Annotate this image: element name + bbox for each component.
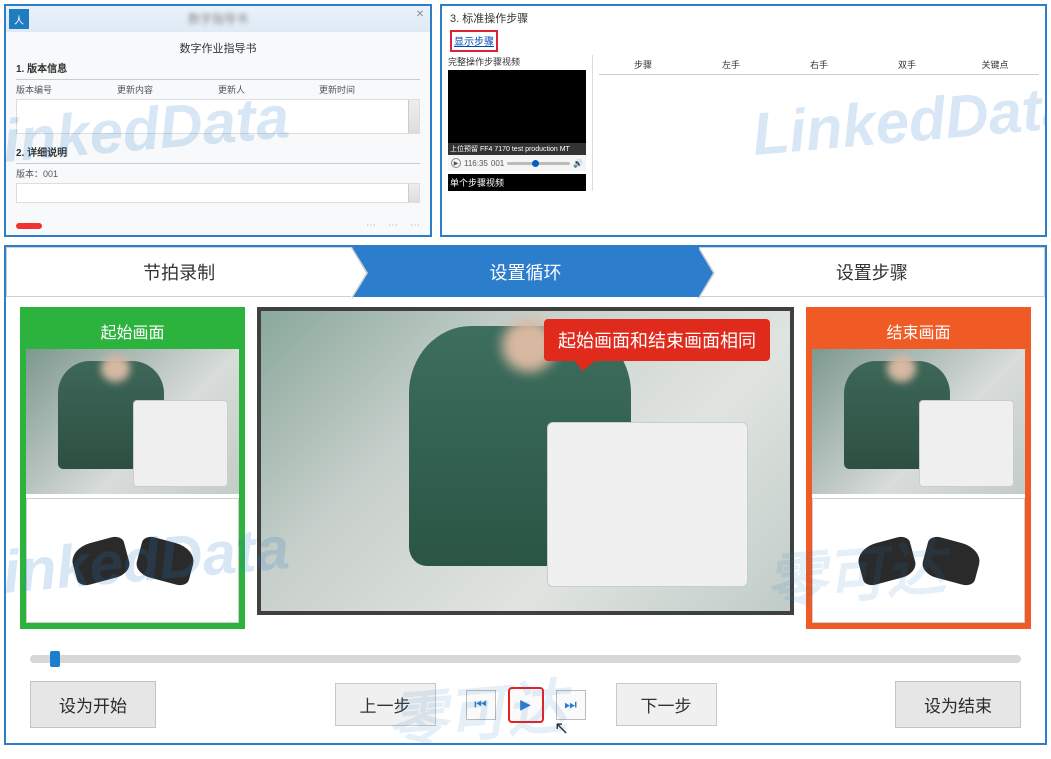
th-right-hand: 右手 (775, 58, 863, 71)
th-keypoint: 关键点 (951, 58, 1039, 71)
panel-b-title: 3. 标准操作步骤 (442, 6, 1045, 30)
skip-forward-icon[interactable]: ⏭ (556, 690, 586, 720)
video-controls: ▶ 116:35 001 🔊 (448, 155, 586, 171)
panel-a-title-blurred: 数字指导书 (188, 10, 248, 27)
main-video-frame[interactable]: 起始画面和结束画面相同 (257, 307, 794, 615)
end-gloves-preview (812, 498, 1025, 623)
wizard-steps: 节拍录制 设置循环 设置步骤 (6, 247, 1045, 297)
version-list[interactable] (16, 99, 420, 134)
start-gloves-preview (26, 498, 239, 623)
link-highlight-box: 显示步骤 (450, 30, 498, 52)
timeline-track[interactable] (30, 655, 1021, 663)
start-frame-box: 起始画面 (20, 307, 245, 629)
panel-a-subtitle: 数字作业指导书 (6, 40, 430, 56)
user-icon: 人 (9, 9, 29, 29)
step-loop[interactable]: 设置循环 (352, 247, 698, 297)
steps-table-header: 步骤 左手 右手 双手 关键点 (599, 55, 1039, 75)
play-button[interactable]: ▶ (508, 687, 544, 723)
col-version: 版本编号 (16, 83, 117, 96)
glove-right-icon (133, 534, 196, 587)
step-video-label: 单个步骤视频 (448, 174, 586, 191)
start-frame-column: 起始画面 (20, 307, 245, 637)
end-frame-column: 结束画面 (806, 307, 1031, 637)
th-step: 步骤 (599, 58, 687, 71)
status-dot (16, 223, 42, 229)
glove-right-icon (919, 534, 982, 587)
start-frame-image[interactable] (26, 349, 239, 494)
th-left-hand: 左手 (687, 58, 775, 71)
col-person: 更新人 (218, 83, 319, 96)
video-player-full[interactable]: 上位预留 FF4 7170 test production MT (448, 70, 586, 155)
video-caption: 上位预留 FF4 7170 test production MT (448, 143, 586, 155)
section-2-extra: 版本：001 (6, 164, 430, 183)
glove-left-icon (68, 534, 131, 587)
main-frame-column: 起始画面和结束画面相同 (257, 307, 794, 637)
next-button[interactable]: 下一步 (616, 683, 717, 726)
panel-guidebook: 人 数字指导书 ✕ 数字作业指导书 1. 版本信息 版本编号 更新内容 更新人 … (4, 4, 432, 237)
step-record[interactable]: 节拍录制 (6, 247, 352, 297)
set-end-button[interactable]: 设为结束 (895, 681, 1021, 728)
time-total: 001 (491, 159, 504, 168)
full-video-label: 完整操作步骤视频 (448, 55, 586, 68)
cursor-icon: ↖ (554, 718, 569, 739)
section-2-header: 2. 详细说明 (6, 140, 430, 163)
skip-back-icon[interactable]: ⏮ (466, 690, 496, 720)
show-steps-link[interactable]: 显示步骤 (454, 37, 494, 48)
section-1-header: 1. 版本信息 (6, 56, 430, 79)
timeline-marker[interactable] (50, 651, 60, 667)
video-seek-track[interactable] (507, 162, 570, 165)
play-icon[interactable]: ▶ (451, 158, 461, 168)
end-frame-box: 结束画面 (806, 307, 1031, 629)
section-1-columns: 版本编号 更新内容 更新人 更新时间 (6, 80, 430, 99)
end-frame-title: 结束画面 (812, 313, 1025, 349)
col-content: 更新内容 (117, 83, 218, 96)
glove-left-icon (854, 534, 917, 587)
end-frame-image[interactable] (812, 349, 1025, 494)
callout-balloon: 起始画面和结束画面相同 (544, 319, 770, 361)
step-configure[interactable]: 设置步骤 (699, 247, 1045, 297)
steps-table: 步骤 左手 右手 双手 关键点 (593, 55, 1045, 191)
set-start-button[interactable]: 设为开始 (30, 681, 156, 728)
detail-list[interactable] (16, 183, 420, 203)
start-frame-title: 起始画面 (26, 313, 239, 349)
timeline (6, 647, 1045, 671)
col-time: 更新时间 (319, 83, 420, 96)
panel-steps: 3. 标准操作步骤 显示步骤 完整操作步骤视频 上位预留 FF4 7170 te… (440, 4, 1047, 237)
close-icon[interactable]: ✕ (413, 8, 427, 22)
video-column: 完整操作步骤视频 上位预留 FF4 7170 test production M… (442, 55, 592, 191)
prev-button[interactable]: 上一步 (335, 683, 436, 726)
time-current: 116:35 (464, 159, 488, 168)
panel-loop-setup: 节拍录制 设置循环 设置步骤 起始画面 起始画面和结束画面相同 (4, 245, 1047, 745)
th-both-hands: 双手 (863, 58, 951, 71)
panel-a-footer: ⋯⋯⋯ (16, 220, 420, 231)
panel-a-titlebar: 人 数字指导书 ✕ (6, 6, 430, 32)
speaker-icon[interactable]: 🔊 (573, 159, 583, 168)
controls-row: 设为开始 上一步 ⏮ ▶ ⏭ 下一步 设为结束 ↖ (6, 671, 1045, 738)
